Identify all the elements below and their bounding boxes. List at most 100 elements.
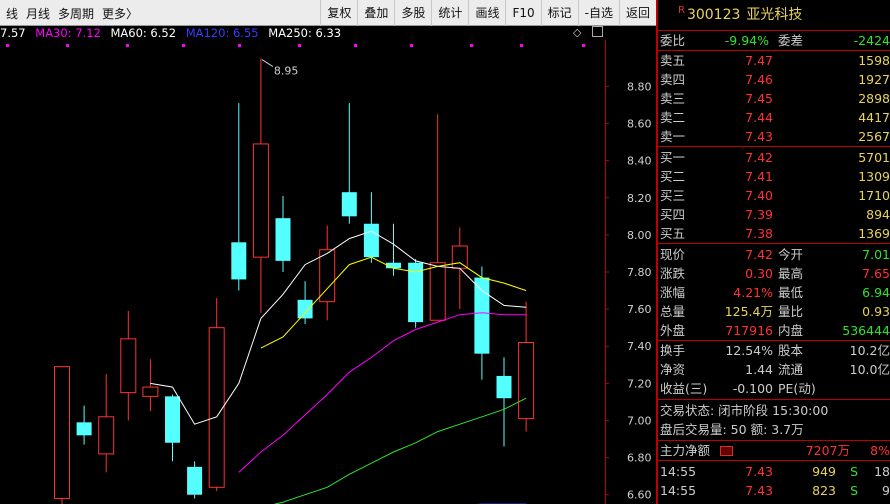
candles	[54, 58, 535, 504]
y-tick-label: 8.40	[627, 155, 652, 168]
toolbar-buttons: 复权 叠加 多股 统计 画线 F10 标记 -自选 返回	[320, 0, 656, 26]
stat-row: 外盘 717916 内盘 536444	[658, 321, 890, 340]
ask-label: 卖五	[660, 53, 686, 68]
candle-body	[341, 192, 357, 217]
tick-side: S	[850, 464, 858, 479]
y-tick-label: 7.60	[627, 303, 652, 316]
fuquan-button[interactable]: 复权	[320, 0, 357, 26]
bid-label: 买二	[660, 169, 686, 184]
period-day[interactable]: 线	[6, 5, 18, 22]
candle	[363, 192, 379, 263]
ask-price: 7.43	[745, 129, 773, 144]
separator	[658, 243, 890, 244]
ask-label: 卖三	[660, 91, 686, 106]
multi-stock-button[interactable]: 多股	[394, 0, 431, 26]
y-axis-labels: 8.80 8.60 8.40 8.20 8.00 7.80 7.60 7.40 7.20 7.00…	[627, 80, 652, 501]
candle-body	[165, 396, 180, 443]
bid-volume: 1710	[858, 188, 890, 203]
chart-toolbar: 线 月线 多周期 更多〉 复权 叠加 多股 统计 画线 F10 标记 -自选 返…	[0, 0, 656, 26]
bid-row: 买五 7.38 1369	[658, 224, 890, 243]
mark-button[interactable]: 标记	[540, 0, 578, 26]
bid-label: 买五	[660, 226, 686, 241]
ask-price: 7.44	[745, 110, 773, 125]
candle-body	[76, 422, 92, 436]
bid-label: 买一	[660, 150, 686, 165]
stat-row: 总量 125.4万 量比 0.93	[658, 302, 890, 321]
candle	[474, 266, 490, 380]
candlestick-chart[interactable]: 8.80 8.60 8.40 8.20 8.00 7.80 7.60 7.40 7.20 7.00…	[0, 40, 656, 504]
bid-price: 7.40	[745, 188, 773, 203]
candle	[408, 259, 424, 328]
ask-row: 卖五 7.47 1598	[658, 51, 890, 70]
candle	[98, 374, 115, 473]
bid-volume: 1309	[858, 169, 890, 184]
period-multi[interactable]: 多周期	[58, 5, 94, 22]
trade-status: 交易状态: 闭市阶段 15:30:00	[658, 401, 890, 420]
ask-volume: 1927	[858, 72, 890, 87]
after-hours-text: 盘后交易量: 50 额: 3.7万	[660, 422, 804, 437]
stat-row: 涨幅 4.21% 最低 6.94	[658, 283, 890, 302]
tick-price: 7.43	[745, 464, 773, 479]
candle	[275, 195, 291, 272]
overlay-button[interactable]: 叠加	[357, 0, 394, 26]
back-button[interactable]: 返回	[618, 0, 656, 26]
peak-pointer	[261, 59, 274, 67]
ma-line	[150, 230, 527, 425]
candle-body	[187, 466, 203, 495]
watchlist-button[interactable]: -自选	[577, 0, 619, 26]
stats-button[interactable]: 统计	[431, 0, 468, 26]
marker-dot	[126, 44, 129, 47]
main-flow-row[interactable]: 主力净额 7207万 8%	[658, 441, 890, 460]
tick-time: 14:55	[660, 464, 697, 479]
bid-volume: 894	[866, 207, 890, 222]
period-more[interactable]: 更多〉	[102, 5, 138, 22]
bid-price: 7.39	[745, 207, 773, 222]
marker-dot	[354, 44, 357, 47]
after-hours: 盘后交易量: 50 额: 3.7万	[658, 420, 890, 439]
fund-label: 收益(三)	[660, 381, 708, 396]
stat-value: 717916	[725, 323, 773, 338]
stock-name[interactable]: 亚光科技	[746, 7, 802, 23]
stock-code[interactable]: 300123	[687, 7, 740, 23]
candle	[120, 310, 137, 421]
candle	[54, 366, 70, 504]
stat-row: 涨跌 0.30 最高 7.65	[658, 264, 890, 283]
flow-chart-icon[interactable]	[720, 446, 733, 456]
stat-label: 现价	[660, 247, 686, 262]
stat-label: 今开	[778, 247, 804, 262]
fund-label: 股本	[778, 343, 804, 358]
stat-label: 最低	[778, 285, 804, 300]
ma60-label: MA60: 6.52	[110, 26, 177, 40]
stat-value: 7.65	[862, 266, 890, 281]
candle-body	[518, 342, 535, 420]
stat-label: 最高	[778, 266, 804, 281]
stock-title: R 300123 亚光科技	[658, 0, 890, 30]
candle-body	[252, 143, 269, 258]
candle-body	[429, 262, 446, 321]
ma-lines	[150, 230, 527, 504]
ma250-label: MA250: 6.33	[268, 26, 342, 40]
y-tick-label: 8.60	[627, 118, 652, 131]
draw-line-button[interactable]: 画线	[468, 0, 505, 26]
candle	[76, 405, 92, 445]
f10-button[interactable]: F10	[505, 0, 540, 26]
fund-label: PE(动)	[778, 381, 816, 396]
fund-value: 1.44	[745, 362, 773, 377]
stat-value: 125.4万	[724, 304, 773, 319]
ask-label: 卖四	[660, 72, 686, 87]
weibi-row: 委比 -9.94% 委差 -2424	[658, 31, 890, 50]
fund-label: 换手	[660, 343, 686, 358]
marker-dot	[66, 44, 69, 47]
collapse-icon[interactable]	[592, 26, 603, 37]
y-tick-label: 7.00	[627, 414, 652, 427]
candle-body	[120, 338, 137, 394]
fund-row: 净资 1.44 流通 10.0亿	[658, 360, 890, 379]
main-flow-pct: 8%	[870, 443, 890, 458]
separator	[658, 460, 890, 461]
ask-label: 卖二	[660, 110, 686, 125]
diamond-icon[interactable]: ◇	[573, 26, 581, 39]
marker-dot	[520, 44, 523, 47]
period-month[interactable]: 月线	[26, 5, 50, 22]
bid-row: 买三 7.40 1710	[658, 186, 890, 205]
bid-price: 7.41	[745, 169, 773, 184]
